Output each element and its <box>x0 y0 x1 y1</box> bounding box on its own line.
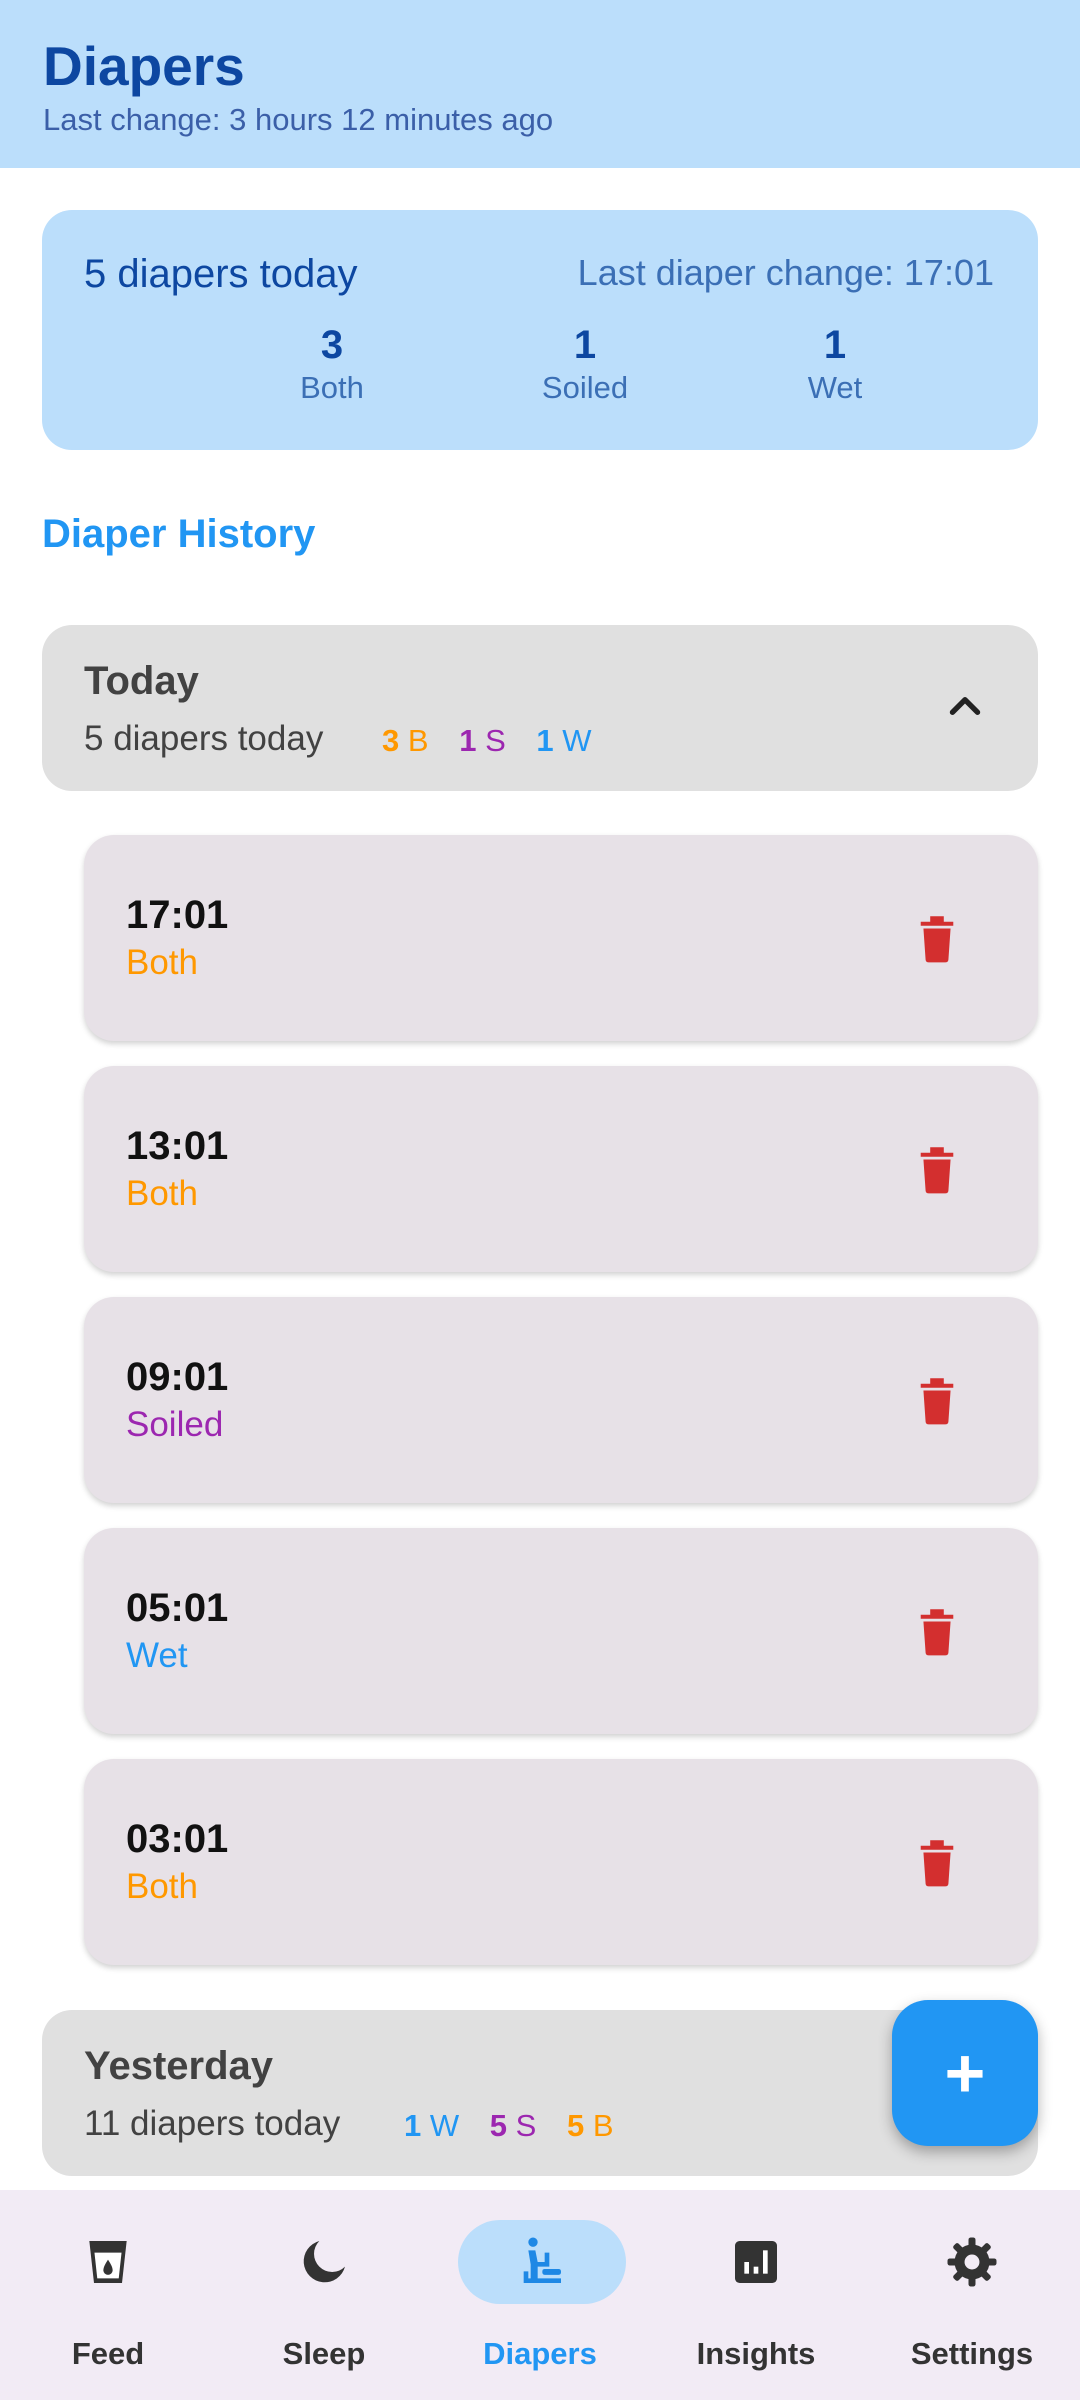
entry-time: 17:01 <box>126 893 229 937</box>
nav-item-settings[interactable]: Settings <box>864 2190 1080 2400</box>
group-header-yesterday[interactable]: Yesterday 11 diapers today 1 W 5 S 5 B <box>42 2010 1038 2176</box>
badge-count: 5 <box>566 2108 585 2143</box>
diaper-entry[interactable]: 13:01 Both <box>84 1066 1038 1272</box>
plus-icon: + <box>944 2034 986 2112</box>
nav-label: Settings <box>910 2336 1034 2371</box>
group-badges: 1 W 5 S 5 B <box>404 2108 636 2144</box>
entry-type: Wet <box>126 1636 188 1675</box>
badge-count: 5 <box>489 2108 508 2143</box>
page-title: Diapers <box>43 35 245 97</box>
badge-count: 1 <box>404 2108 422 2143</box>
nav-label: Diapers <box>483 2336 597 2371</box>
badge-count: 1 <box>459 723 477 758</box>
nav-label: Insights <box>696 2336 816 2371</box>
bottom-navigation: Feed Sleep Diapers Insights Settings <box>0 2190 1080 2400</box>
badge-letter: W <box>562 723 592 758</box>
summary-last-change: Last diaper change: 17:01 <box>577 252 994 293</box>
trash-icon[interactable] <box>918 913 956 963</box>
diaper-entry[interactable]: 17:01 Both <box>84 835 1038 1041</box>
stat-label: Both <box>300 370 364 405</box>
baby-changing-icon <box>523 2237 561 2283</box>
entry-type: Both <box>126 943 198 982</box>
insights-icon <box>735 2241 777 2283</box>
gear-icon <box>947 2237 997 2287</box>
entry-time: 05:01 <box>126 1586 229 1630</box>
entry-type: Both <box>126 1867 198 1906</box>
nav-item-diapers[interactable]: Diapers <box>432 2190 648 2400</box>
trash-icon[interactable] <box>918 1606 956 1656</box>
group-count: 5 diapers today <box>84 719 324 758</box>
stat-label: Soiled <box>541 370 629 405</box>
diaper-entry[interactable]: 09:01 Soiled <box>84 1297 1038 1503</box>
stat-wet: 1 Wet <box>735 322 935 408</box>
entry-time: 09:01 <box>126 1355 229 1399</box>
group-title: Yesterday <box>84 2044 274 2088</box>
chevron-up-icon[interactable] <box>940 681 990 731</box>
stat-label: Wet <box>807 370 863 405</box>
badge-letter: S <box>485 723 506 758</box>
add-diaper-button[interactable]: + <box>892 2000 1038 2146</box>
stat-soiled: 1 Soiled <box>485 322 685 408</box>
feed-icon <box>89 2241 127 2283</box>
last-change-subtitle: Last change: 3 hours 12 minutes ago <box>43 102 554 137</box>
entry-time: 13:01 <box>126 1124 229 1168</box>
stat-value: 1 <box>573 323 597 367</box>
entry-type: Soiled <box>126 1405 224 1444</box>
group-title: Today <box>84 659 199 703</box>
diaper-entry[interactable]: 03:01 Both <box>84 1759 1038 1965</box>
entry-type: Both <box>126 1174 198 1213</box>
badge-soiled: 5 S <box>490 2108 537 2143</box>
app-bar: Diapers Last change: 3 hours 12 minutes … <box>0 0 1080 168</box>
badge-letter: B <box>592 2108 614 2143</box>
badge-soiled: 1 S <box>459 723 506 758</box>
badge-wet: 1 W <box>536 723 591 758</box>
nav-item-sleep[interactable]: Sleep <box>216 2190 432 2400</box>
entry-time: 03:01 <box>126 1817 229 1861</box>
summary-card: 5 diapers today Last diaper change: 17:0… <box>42 210 1038 450</box>
stat-both: 3 Both <box>232 322 432 408</box>
moon-icon <box>303 2241 345 2283</box>
trash-icon[interactable] <box>918 1144 956 1194</box>
badge-both: 5 B <box>567 2108 614 2143</box>
badge-letter: B <box>407 723 429 758</box>
diaper-history-title: Diaper History <box>42 512 316 556</box>
stat-value: 3 <box>320 323 344 367</box>
badge-letter: S <box>515 2108 537 2143</box>
trash-icon[interactable] <box>918 1375 956 1425</box>
nav-item-insights[interactable]: Insights <box>648 2190 864 2400</box>
badge-both: 3 B <box>382 723 429 758</box>
stat-value: 1 <box>823 323 847 367</box>
nav-label: Sleep <box>282 2336 366 2371</box>
badge-count: 1 <box>536 723 554 758</box>
diaper-entry[interactable]: 05:01 Wet <box>84 1528 1038 1734</box>
badge-wet: 1 W <box>404 2108 459 2143</box>
trash-icon[interactable] <box>918 1837 956 1887</box>
badge-count: 3 <box>382 723 400 758</box>
nav-label: Feed <box>71 2336 145 2371</box>
group-count: 11 diapers today <box>84 2104 341 2143</box>
summary-count: 5 diapers today <box>84 252 358 296</box>
group-header-today[interactable]: Today 5 diapers today 3 B 1 S 1 W <box>42 625 1038 791</box>
nav-item-feed[interactable]: Feed <box>0 2190 216 2400</box>
badge-letter: W <box>429 2108 460 2143</box>
group-badges: 3 B 1 S 1 W <box>382 723 614 759</box>
